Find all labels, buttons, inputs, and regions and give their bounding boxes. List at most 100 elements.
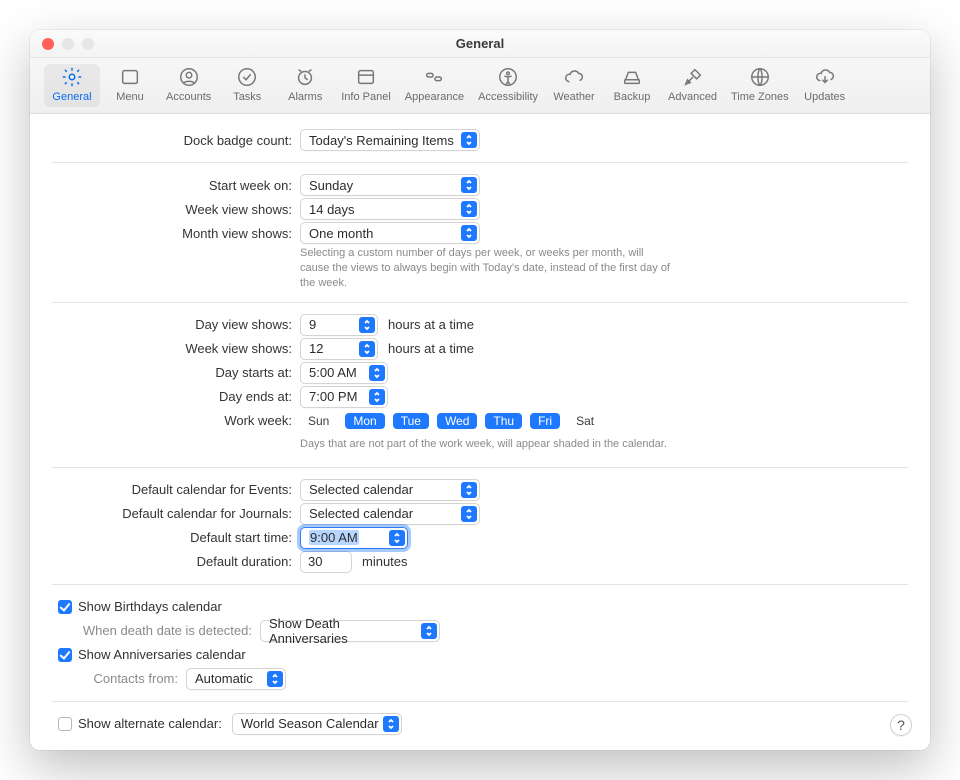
- tab-label: Accounts: [166, 91, 211, 103]
- cloud-icon: [563, 66, 585, 88]
- day-fri[interactable]: Fri: [530, 413, 560, 429]
- start-week-select[interactable]: Sunday: [300, 174, 480, 196]
- alarm-icon: [294, 66, 316, 88]
- show-birthdays-label: Show Birthdays calendar: [78, 599, 222, 614]
- show-alternate-calendar-checkbox[interactable]: [58, 717, 72, 731]
- day-ends-select[interactable]: 7:00 PM: [300, 386, 388, 408]
- zoom-window-button[interactable]: [82, 38, 94, 50]
- week-view-shows-value: 14 days: [309, 202, 355, 217]
- tab-label: Updates: [804, 91, 845, 103]
- alternate-calendar-select[interactable]: World Season Calendar: [232, 713, 402, 735]
- default-duration-label: Default duration:: [52, 554, 300, 569]
- tab-alarms[interactable]: Alarms: [277, 64, 333, 107]
- day-thu[interactable]: Thu: [485, 413, 522, 429]
- month-view-shows-select[interactable]: One month: [300, 222, 480, 244]
- show-birthdays-checkbox[interactable]: [58, 600, 72, 614]
- contacts-from-select[interactable]: Automatic: [186, 668, 286, 690]
- tab-label: Accessibility: [478, 91, 538, 103]
- day-wed[interactable]: Wed: [437, 413, 477, 429]
- default-cal-journals-select[interactable]: Selected calendar: [300, 503, 480, 525]
- death-detected-select[interactable]: Show Death Anniversaries: [260, 620, 440, 642]
- dock-badge-select[interactable]: Today's Remaining Items: [300, 129, 480, 151]
- chevron-updown-icon: [461, 506, 477, 522]
- tab-appearance[interactable]: Appearance: [399, 64, 470, 107]
- tab-accounts[interactable]: Accounts: [160, 64, 217, 107]
- day-starts-select[interactable]: 5:00 AM: [300, 362, 388, 384]
- tab-updates[interactable]: Updates: [797, 64, 853, 107]
- chevron-updown-icon: [389, 530, 405, 546]
- gear-icon: [61, 66, 83, 88]
- day-sun[interactable]: Sun: [300, 413, 337, 429]
- dock-badge-value: Today's Remaining Items: [309, 133, 454, 148]
- week-view-hours-stepper[interactable]: 12: [300, 338, 378, 360]
- chevron-updown-icon: [267, 671, 283, 687]
- day-mon[interactable]: Mon: [345, 413, 384, 429]
- tab-tasks[interactable]: Tasks: [219, 64, 275, 107]
- day-view-hours-value: 9: [309, 317, 316, 332]
- week-view-hours-value: 12: [309, 341, 323, 356]
- default-duration-input[interactable]: [300, 551, 352, 573]
- user-icon: [178, 66, 200, 88]
- download-cloud-icon: [814, 66, 836, 88]
- day-ends-value: 7:00 PM: [309, 389, 357, 404]
- default-start-time-label: Default start time:: [52, 530, 300, 545]
- tab-time-zones[interactable]: Time Zones: [725, 64, 795, 107]
- default-start-time-field[interactable]: 9:00 AM: [300, 527, 408, 549]
- work-week-days: Sun Mon Tue Wed Thu Fri Sat: [300, 413, 602, 429]
- tab-label: Time Zones: [731, 91, 789, 103]
- day-sat[interactable]: Sat: [568, 413, 602, 429]
- show-anniversaries-checkbox[interactable]: [58, 648, 72, 662]
- drive-icon: [621, 66, 643, 88]
- preferences-window: General General Menu Accounts Tasks: [30, 30, 930, 750]
- prefs-toolbar: General Menu Accounts Tasks Alarms: [30, 58, 930, 114]
- tab-menu[interactable]: Menu: [102, 64, 158, 107]
- death-detected-value: Show Death Anniversaries: [269, 616, 417, 646]
- custom-days-help: Selecting a custom number of days per we…: [300, 246, 670, 291]
- tab-label: General: [52, 91, 91, 103]
- tab-label: Appearance: [405, 91, 464, 103]
- tab-weather[interactable]: Weather: [546, 64, 602, 107]
- hours-at-a-time: hours at a time: [388, 341, 474, 356]
- panel-icon: [355, 66, 377, 88]
- day-starts-label: Day starts at:: [52, 365, 300, 380]
- chevron-updown-icon: [421, 623, 437, 639]
- default-cal-events-select[interactable]: Selected calendar: [300, 479, 480, 501]
- day-tue[interactable]: Tue: [393, 413, 429, 429]
- chevron-updown-icon: [359, 317, 375, 333]
- show-alternate-calendar-label: Show alternate calendar:: [78, 716, 222, 731]
- tab-label: Weather: [553, 91, 594, 103]
- default-cal-journals-label: Default calendar for Journals:: [52, 506, 300, 521]
- tab-accessibility[interactable]: Accessibility: [472, 64, 544, 107]
- default-start-time-value: 9:00 AM: [309, 530, 359, 545]
- check-circle-icon: [236, 66, 258, 88]
- start-week-label: Start week on:: [52, 178, 300, 193]
- window-title: General: [456, 36, 504, 51]
- contacts-from-value: Automatic: [195, 671, 253, 686]
- chevron-updown-icon: [461, 225, 477, 241]
- help-button[interactable]: ?: [890, 714, 912, 736]
- close-window-button[interactable]: [42, 38, 54, 50]
- week-view-hours-label: Week view shows:: [52, 341, 300, 356]
- chevron-updown-icon: [461, 482, 477, 498]
- hours-at-a-time: hours at a time: [388, 317, 474, 332]
- chevron-updown-icon: [369, 389, 385, 405]
- day-starts-value: 5:00 AM: [309, 365, 357, 380]
- default-cal-events-label: Default calendar for Events:: [52, 482, 300, 497]
- tab-backup[interactable]: Backup: [604, 64, 660, 107]
- tab-advanced[interactable]: Advanced: [662, 64, 723, 107]
- death-detected-label: When death date is detected:: [78, 623, 260, 638]
- day-ends-label: Day ends at:: [52, 389, 300, 404]
- content: Dock badge count: Today's Remaining Item…: [30, 114, 930, 750]
- tab-label: Menu: [116, 91, 144, 103]
- day-view-hours-stepper[interactable]: 9: [300, 314, 378, 336]
- default-cal-journals-value: Selected calendar: [309, 506, 413, 521]
- dock-badge-label: Dock badge count:: [52, 133, 300, 148]
- minimize-window-button[interactable]: [62, 38, 74, 50]
- week-view-shows-select[interactable]: 14 days: [300, 198, 480, 220]
- globe-icon: [749, 66, 771, 88]
- tab-info-panel[interactable]: Info Panel: [335, 64, 397, 107]
- accessibility-icon: [497, 66, 519, 88]
- tab-label: Backup: [614, 91, 651, 103]
- minutes-label: minutes: [362, 554, 408, 569]
- tab-general[interactable]: General: [44, 64, 100, 107]
